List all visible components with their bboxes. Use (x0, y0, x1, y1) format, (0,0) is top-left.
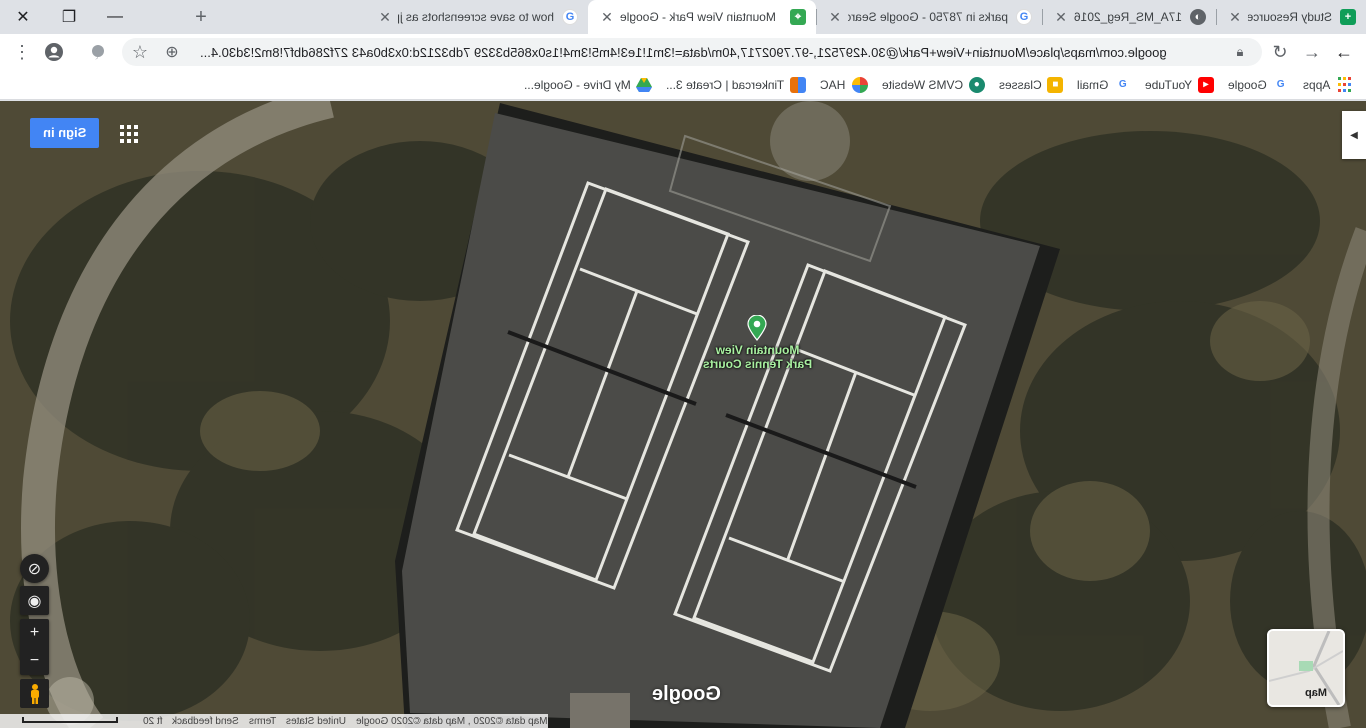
tab-parks-search[interactable]: G parks in 78750 - Google Searc ✕ (816, 0, 1042, 34)
zoom-controls: + − (20, 619, 49, 675)
bookmarks-bar: Apps G Google ▸ YouTube G Gmail ■ Classe… (0, 70, 1366, 100)
url-text[interactable]: google.com/maps/place/Mountain+View+Park… (200, 45, 1210, 60)
satellite-map[interactable]: Mountain View Park Tennis Courts Sign in… (0, 101, 1366, 728)
zoom-out-button[interactable]: − (30, 652, 39, 670)
tab-save-screenshots[interactable]: G how to save screenshots as jp ✕ (366, 0, 588, 34)
bookmark-gmail[interactable]: G Gmail (1077, 76, 1131, 93)
tab-title: parks in 78750 - Google Searc (848, 10, 1008, 24)
zoom-plus-icon[interactable]: ⊕ (160, 40, 184, 64)
map-footer: Map data ©2020 , Map data ©2020 Google U… (0, 714, 548, 728)
back-icon[interactable]: ← (1332, 40, 1356, 64)
sheets-icon: + (1340, 9, 1356, 25)
profile-icon[interactable] (42, 40, 66, 64)
sign-in-button[interactable]: Sign in (30, 118, 99, 148)
extension-icon[interactable] (86, 40, 110, 64)
drive-icon (636, 77, 653, 93)
minimize-button[interactable]: — (92, 0, 138, 34)
terms-link[interactable]: Terms (249, 716, 276, 727)
bookmark-youtube[interactable]: ▸ YouTube (1145, 76, 1214, 93)
youtube-icon: ▸ (1197, 76, 1214, 93)
forward-icon[interactable]: → (1300, 40, 1324, 64)
place-marker-icon[interactable] (746, 314, 768, 341)
map-data-attribution: Map data ©2020 , Map data ©2020 Google (356, 715, 548, 727)
zoom-in-button[interactable]: + (30, 624, 39, 642)
reload-icon[interactable]: ↻ (1268, 40, 1292, 64)
bookmark-google[interactable]: G Google (1228, 76, 1289, 93)
satellite-imagery (0, 101, 1366, 728)
close-tab-icon[interactable]: ✕ (598, 9, 616, 26)
close-tab-icon[interactable]: ✕ (1226, 9, 1244, 26)
lock-icon[interactable]: 🔒︎ (1228, 40, 1252, 64)
place-label[interactable]: Mountain View Park Tennis Courts (690, 343, 825, 371)
google-apps-icon[interactable] (120, 125, 138, 143)
bookmark-cvms[interactable]: ● CVMS Website (882, 76, 985, 93)
bookmark-star-icon[interactable]: ☆ (128, 40, 152, 64)
close-tab-icon[interactable]: ✕ (826, 9, 844, 26)
close-tab-icon[interactable]: ✕ (376, 9, 394, 26)
maps-icon: ⌖ (790, 9, 806, 25)
menu-icon[interactable]: ⋮ (10, 40, 34, 64)
tab-separator (816, 9, 817, 25)
scale-bar[interactable] (22, 717, 118, 723)
close-tab-icon[interactable]: ✕ (1052, 9, 1070, 26)
compass-icon[interactable]: ⊘ (20, 554, 49, 583)
bookmark-apps[interactable]: Apps (1303, 77, 1352, 93)
tab-separator (1042, 9, 1043, 25)
pegman-icon[interactable] (20, 679, 49, 708)
tab-title: 17A_MS_Reg_2016.pdf (1074, 10, 1182, 24)
new-tab-button[interactable]: + (188, 6, 214, 28)
my-location-icon[interactable]: ◉ (20, 586, 49, 615)
tinkercad-icon (790, 76, 807, 93)
tab-title: how to save screenshots as jp (398, 10, 554, 24)
google-icon: G (562, 9, 578, 25)
bookmark-my-drive[interactable]: My Drive - Google... (524, 77, 653, 93)
country-link[interactable]: United States (286, 716, 346, 727)
google-icon: G (1016, 9, 1032, 25)
bookmark-tinkercad[interactable]: Tinkercad | Create 3... (666, 76, 807, 93)
address-bar[interactable]: ☆ ⊕ google.com/maps/place/Mountain+View+… (122, 38, 1262, 66)
google-logo: Google (652, 683, 721, 705)
scale-label[interactable]: 20 ft (143, 716, 162, 727)
drive-icon: ◐ (1190, 9, 1206, 25)
tab-study-resources[interactable]: + Study Resources - Google She ✕ (1216, 0, 1366, 34)
google-icon: G (1272, 76, 1289, 93)
close-window-button[interactable]: ✕ (0, 0, 46, 34)
bookmark-hac[interactable]: HAC (820, 76, 868, 93)
cvms-icon: ● (968, 76, 985, 93)
browser-toolbar: ⋮ ☆ ⊕ google.com/maps/place/Mountain+Vie… (0, 34, 1366, 70)
collapse-panel-button[interactable]: ◀ (1342, 111, 1366, 159)
classroom-icon: ■ (1047, 76, 1064, 93)
tab-title: Study Resources - Google She (1248, 10, 1332, 24)
google-icon: G (1114, 76, 1131, 93)
tab-separator (1216, 9, 1217, 25)
tab-title: Mountain View Park - Google (620, 10, 776, 24)
hac-icon (851, 76, 868, 93)
tab-pdf[interactable]: ◐ 17A_MS_Reg_2016.pdf ✕ (1042, 0, 1216, 34)
browser-window: + Study Resources - Google She ✕ ◐ 17A_M… (0, 0, 1366, 728)
send-feedback-link[interactable]: Send feedback (172, 716, 239, 727)
bookmark-classes[interactable]: ■ Classes (999, 76, 1064, 93)
apps-icon (1336, 77, 1352, 93)
map-view-toggle[interactable]: Map (1267, 629, 1345, 707)
maximize-button[interactable]: ❐ (46, 0, 92, 34)
window-controls: ✕ ❐ — (0, 0, 138, 34)
tab-mountain-view-park[interactable]: ⌖ Mountain View Park - Google ✕ (588, 0, 816, 34)
